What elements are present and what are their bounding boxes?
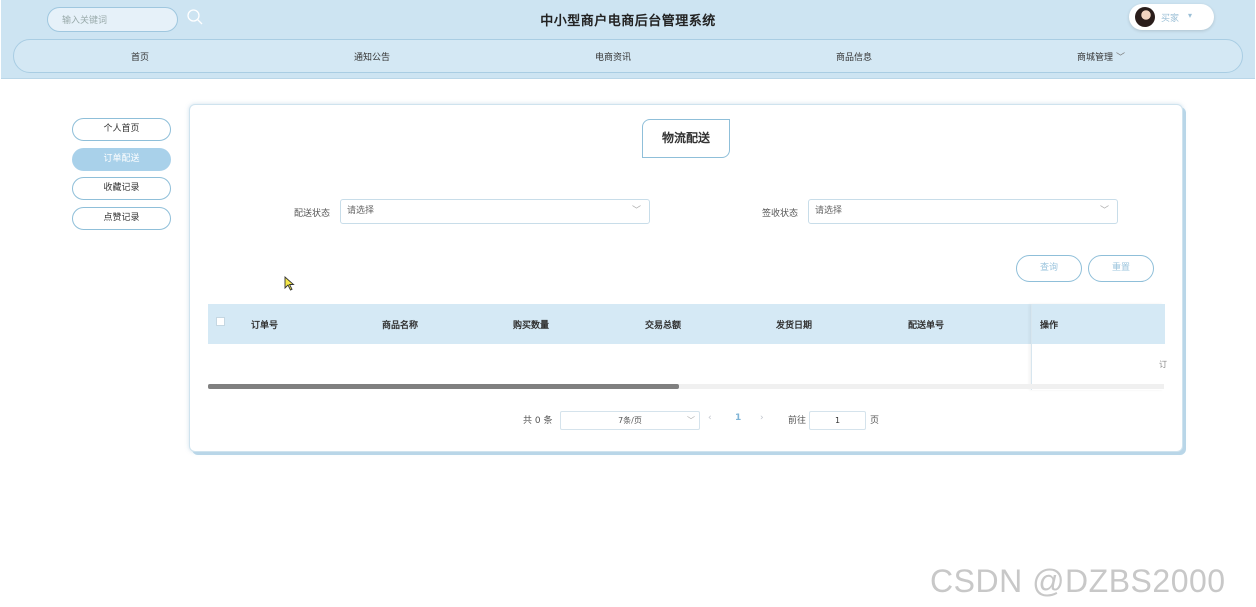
chevron-down-icon: ▾ xyxy=(1188,11,1193,20)
select-all-checkbox[interactable] xyxy=(216,317,225,326)
chevron-down-icon: ﹀ xyxy=(1099,206,1109,216)
chevron-down-icon: ﹀ xyxy=(631,206,641,216)
mouse-cursor-icon xyxy=(284,276,295,291)
receipt-status-select[interactable]: 请选择 ﹀ xyxy=(808,199,1118,224)
scrollbar-thumb[interactable] xyxy=(208,384,679,389)
page-size-select[interactable]: 7条/页 ﹀ xyxy=(560,411,700,430)
avatar xyxy=(1135,7,1155,27)
table-header: 订单号 商品名称 购买数量 交易总额 发货日期 配送单号 xyxy=(208,304,1164,344)
operation-fragment: 订 xyxy=(1159,360,1167,369)
pagination-total: 共 0 条 xyxy=(523,416,553,426)
page-unit-label: 页 xyxy=(870,416,880,426)
main-nav: 首页 通知公告 电商资讯 商品信息 商城管理 ﹀ xyxy=(13,39,1243,73)
next-page-icon[interactable]: › xyxy=(760,413,764,423)
watermark: CSDN @DZBS2000 xyxy=(930,563,1226,599)
delivery-status-placeholder: 请选择 xyxy=(347,206,375,216)
prev-page-icon[interactable]: ‹ xyxy=(708,413,712,423)
nav-item-label: 商城管理 xyxy=(1076,53,1113,63)
column-product-name[interactable]: 商品名称 xyxy=(382,318,418,331)
top-header: 中小型商户电商后台管理系统 买家 ▾ 首页 通知公告 电商资讯 商品信息 商城管… xyxy=(1,0,1255,79)
user-name: 买家 xyxy=(1161,14,1180,24)
operation-column-header: 操作 xyxy=(1032,304,1165,344)
table-horizontal-scrollbar[interactable] xyxy=(208,384,1164,389)
user-menu[interactable]: 买家 ▾ xyxy=(1129,4,1214,30)
nav-item-news[interactable]: 电商资讯 xyxy=(595,50,631,63)
current-page[interactable]: 1 xyxy=(735,413,741,423)
operation-column: 操作 订 xyxy=(1031,304,1167,390)
chevron-down-icon: ﹀ xyxy=(1116,53,1126,63)
delivery-status-label: 配送状态 xyxy=(294,209,331,219)
column-order-number[interactable]: 订单号 xyxy=(251,318,278,331)
goto-page-input[interactable]: 1 xyxy=(809,411,866,430)
receipt-status-placeholder: 请选择 xyxy=(815,206,843,216)
sidebar-item-favorites[interactable]: 收藏记录 xyxy=(72,177,171,200)
chevron-down-icon: ﹀ xyxy=(687,416,695,425)
site-title: 中小型商户电商后台管理系统 xyxy=(540,14,716,29)
column-total-amount[interactable]: 交易总额 xyxy=(645,318,681,331)
receipt-status-label: 签收状态 xyxy=(762,209,799,219)
sidebar-item-order-delivery[interactable]: 订单配送 xyxy=(72,148,171,171)
nav-item-notices[interactable]: 通知公告 xyxy=(354,50,390,63)
delivery-status-select[interactable]: 请选择 ﹀ xyxy=(340,199,650,224)
nav-item-mall-management[interactable]: 商城管理 ﹀ xyxy=(1077,50,1125,63)
sidebar-item-personal-home[interactable]: 个人首页 xyxy=(72,118,171,141)
nav-item-products[interactable]: 商品信息 xyxy=(836,50,872,63)
sidebar-item-likes[interactable]: 点赞记录 xyxy=(72,207,171,230)
query-button[interactable]: 查询 xyxy=(1016,255,1082,282)
nav-item-home[interactable]: 首页 xyxy=(131,50,149,63)
column-ship-date[interactable]: 发货日期 xyxy=(776,318,812,331)
page-title: 物流配送 xyxy=(642,119,730,158)
page-size-value: 7条/页 xyxy=(618,416,642,425)
reset-button[interactable]: 重置 xyxy=(1088,255,1154,282)
column-tracking-number[interactable]: 配送单号 xyxy=(908,318,944,331)
column-quantity[interactable]: 购买数量 xyxy=(513,318,549,331)
column-operation: 操作 xyxy=(1040,321,1059,331)
main-panel: 物流配送 配送状态 请选择 ﹀ 签收状态 请选择 ﹀ 查询 重置 订单号 商品名… xyxy=(189,104,1183,452)
goto-label: 前往 xyxy=(788,416,807,426)
